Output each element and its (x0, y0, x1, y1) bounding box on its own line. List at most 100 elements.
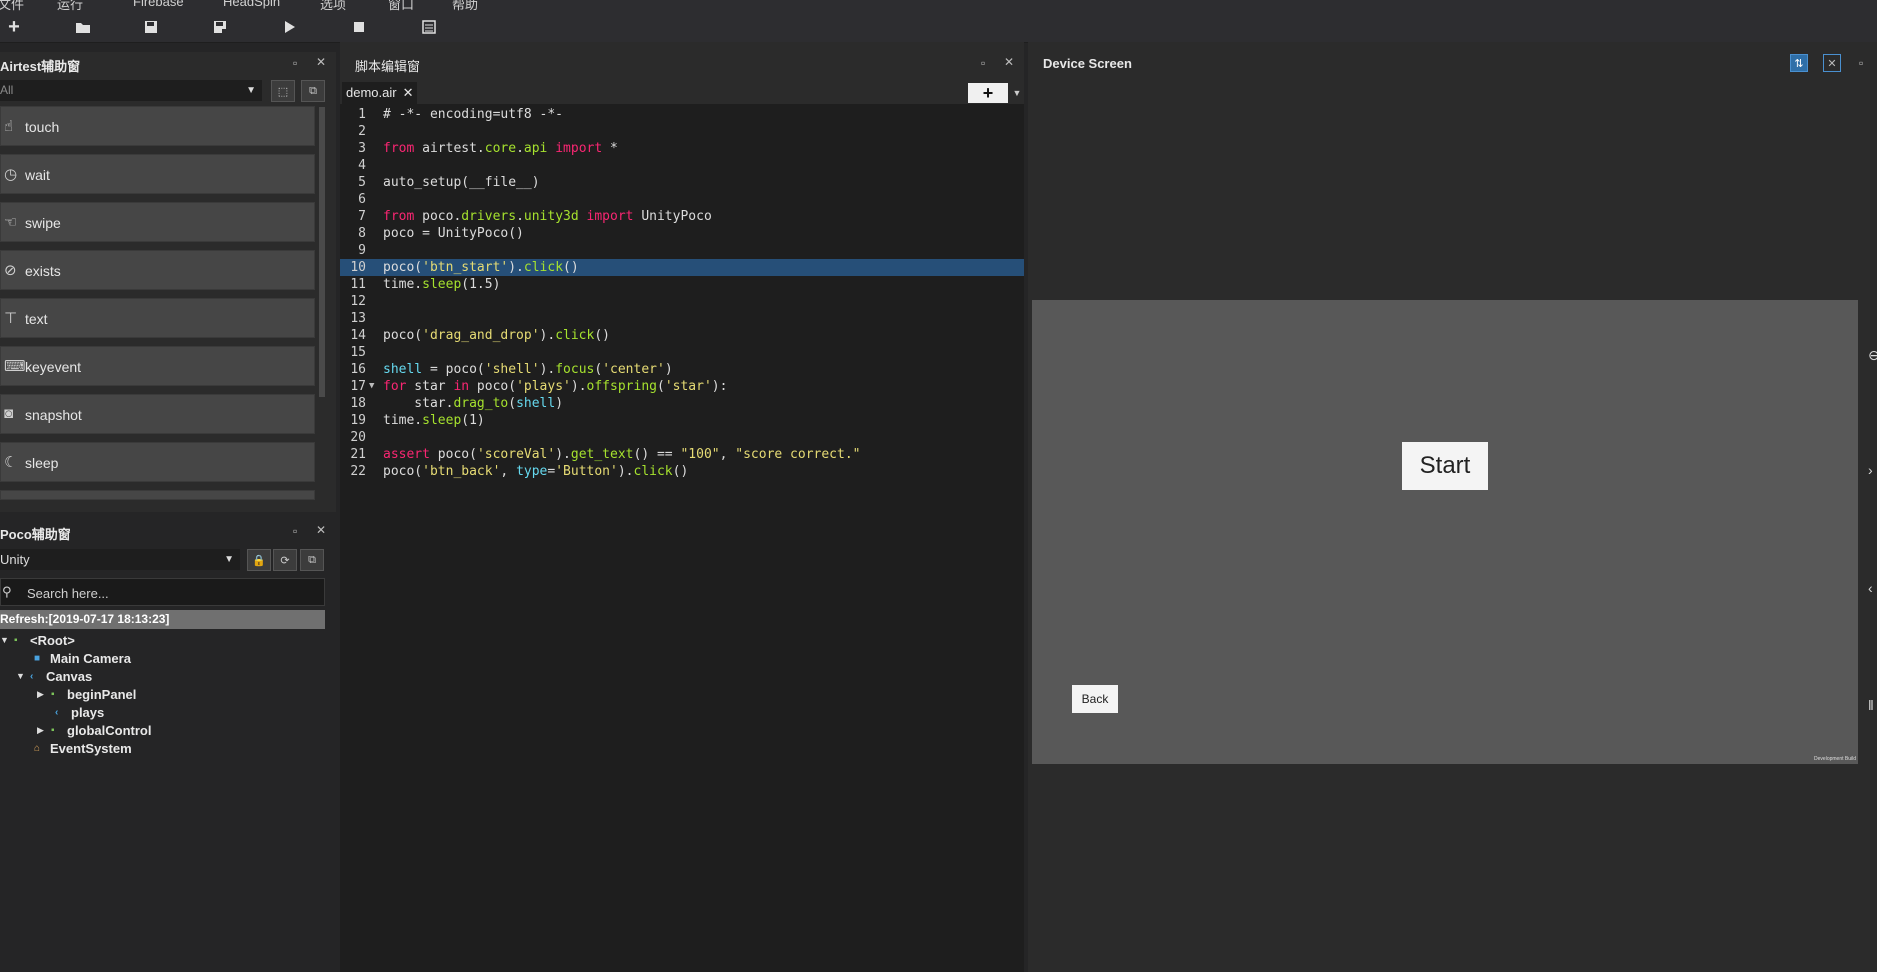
image-icon: ▪ (51, 688, 55, 700)
record-icon[interactable]: ⬚ (271, 80, 295, 102)
poco-mode-select[interactable]: Unity ▼ (0, 549, 240, 570)
menu-window[interactable]: 窗口 (388, 0, 414, 12)
tools-icon[interactable]: ✕ (1823, 54, 1841, 72)
menu-file[interactable]: 文件 (0, 0, 24, 12)
swipe-icon: ☜ (4, 214, 18, 231)
menu-options[interactable]: 选项 (320, 0, 346, 12)
menu-headspin[interactable]: HeadSpin (223, 0, 280, 9)
command-wait[interactable]: ◷ wait (0, 154, 315, 194)
stop-icon[interactable] (349, 17, 369, 37)
code-line: 22 poco('btn_back', type='Button').click(… (350, 464, 689, 479)
lock-icon[interactable]: 🔒 (247, 549, 271, 571)
save-as-icon[interactable] (210, 17, 230, 37)
tree-node-plays[interactable]: ‹ plays (55, 703, 104, 721)
code-line: 19 time.sleep(1) (350, 413, 485, 428)
airtest-filter-value: All (0, 83, 14, 97)
tree-node-canvas[interactable]: ▼ ‹ Canvas (16, 667, 92, 685)
tab-label: demo.air (346, 85, 397, 100)
keyboard-icon: ⌨ (4, 358, 26, 375)
tree-node-beginpanel[interactable]: ▶ ▪ beginPanel (37, 685, 136, 703)
refresh-status: Refresh:[2019-07-17 18:13:23] (0, 610, 325, 629)
command-text[interactable]: ⊤ text (0, 298, 315, 338)
clock-icon: ◷ (4, 166, 18, 183)
code-line: 12 (350, 294, 366, 309)
back-button[interactable]: Back (1072, 685, 1118, 713)
folder-icon[interactable] (73, 17, 93, 37)
hand-icon: ☝ (4, 118, 14, 135)
camera-icon: ◙ (4, 405, 14, 422)
plus-icon[interactable]: + (4, 16, 24, 38)
poco-search-input[interactable] (25, 583, 319, 603)
command-sleep[interactable]: ☾ sleep (0, 442, 315, 482)
code-line: 6 (358, 192, 366, 207)
expanded-arrow-icon[interactable]: ▼ (16, 671, 30, 681)
rotate-icon[interactable]: ⊖ (1868, 347, 1877, 364)
back-nav-icon[interactable]: ‹ (1868, 580, 1873, 596)
code-line: 5 auto_setup(__file__) (358, 175, 540, 190)
menu-help[interactable]: 帮助 (452, 0, 478, 12)
code-area[interactable]: 1 # -*- encoding=utf8 -*- 2 3 from airtest… (340, 106, 1024, 480)
code-line: 13 (350, 311, 366, 326)
code-line: 14 poco('drag_and_drop').click() (350, 328, 610, 343)
screenshot-icon[interactable]: ⧉ (301, 80, 325, 102)
command-snapshot[interactable]: ◙ snapshot (0, 394, 315, 434)
tree-node-globalcontrol[interactable]: ▶ ▪ globalControl (37, 721, 152, 739)
refresh-icon[interactable]: ⟳ (273, 549, 297, 571)
play-icon[interactable] (280, 17, 300, 37)
orientation-icon[interactable]: ⇅ (1790, 54, 1808, 72)
command-exists[interactable]: ⊘ exists (0, 250, 315, 290)
tree-node-root[interactable]: ▼ ▪ <Root> (0, 631, 75, 649)
node-icon: ▪ (14, 634, 18, 646)
code-line: 15 (350, 345, 366, 360)
menu-icon[interactable]: ‖ (1868, 697, 1874, 713)
code-line: 18 star.drag_to(shell) (350, 396, 564, 411)
collapsed-arrow-icon[interactable]: ▶ (37, 689, 51, 700)
tree-node-main-camera[interactable]: ■ Main Camera (34, 649, 131, 667)
poco-panel: Poco辅助窗 ▫ ✕ Unity ▼ 🔒 ⟳ ⧉ ⚲ Refresh:[201… (0, 520, 336, 972)
float-icon[interactable]: ▫ (293, 524, 297, 538)
command-keyevent[interactable]: ⌨ keyevent (0, 346, 315, 386)
image-icon: ▪ (51, 724, 55, 736)
poco-mode-value: Unity (0, 552, 30, 567)
chevron-down-icon[interactable]: ▼ (1010, 83, 1024, 103)
tab-demo-air[interactable]: demo.air ✕ (342, 82, 418, 104)
close-icon[interactable]: ✕ (1004, 55, 1014, 69)
close-icon[interactable]: ✕ (403, 82, 414, 104)
code-line: 16 shell = poco('shell').focus('center') (350, 362, 673, 377)
menu-bar: 文件 运行 Firebase HeadSpin 选项 窗口 帮助 (0, 0, 1877, 12)
command-touch[interactable]: ☝ touch (0, 106, 315, 146)
record-icon[interactable]: ⧉ (300, 549, 324, 571)
poco-search-box[interactable]: ⚲ (0, 578, 325, 606)
chevron-down-icon[interactable]: › (1868, 462, 1873, 478)
start-button[interactable]: Start (1402, 442, 1488, 490)
fold-arrow-icon[interactable]: ▼ (369, 378, 374, 395)
airtest-panel: Airtest辅助窗 ▫ ✕ All ▼ ⬚ ⧉ ☝ touch ◷ wait … (0, 52, 336, 512)
code-line: 7 from poco.drivers.unity3d import UnityP… (358, 209, 712, 224)
search-icon: ⚲ (2, 584, 12, 599)
camera-icon: ■ (34, 652, 41, 664)
code-line: 21 assert poco('scoreVal').get_text() == … (350, 447, 861, 462)
device-screen[interactable]: Start Back Development Build (1032, 300, 1858, 764)
expanded-arrow-icon[interactable]: ▼ (0, 635, 14, 645)
float-icon[interactable]: ▫ (1859, 56, 1863, 70)
list-icon[interactable] (419, 17, 439, 37)
moon-icon: ☾ (4, 454, 18, 471)
poco-panel-title: Poco辅助窗 (0, 527, 71, 542)
close-icon[interactable]: ✕ (316, 55, 326, 69)
airtest-scrollbar[interactable] (319, 107, 325, 397)
collapsed-arrow-icon[interactable]: ▶ (37, 725, 51, 736)
save-icon[interactable] (141, 17, 161, 37)
close-icon[interactable]: ✕ (316, 523, 326, 537)
menu-run[interactable]: 运行 (57, 0, 83, 12)
menu-firebase[interactable]: Firebase (133, 0, 184, 9)
tree-node-eventsystem[interactable]: ⌂ EventSystem (34, 739, 132, 757)
add-script-button[interactable]: + (968, 83, 1008, 103)
float-icon[interactable]: ▫ (293, 56, 297, 70)
command-swipe[interactable]: ☜ swipe (0, 202, 315, 242)
check-circle-icon: ⊘ (4, 262, 17, 279)
command-partial[interactable] (0, 490, 315, 500)
airtest-filter-select[interactable]: All ▼ (0, 80, 262, 101)
code-line: 4 (358, 158, 366, 173)
float-icon[interactable]: ▫ (981, 56, 985, 70)
editor-tabbar: demo.air ✕ + ▼ (340, 82, 1024, 104)
